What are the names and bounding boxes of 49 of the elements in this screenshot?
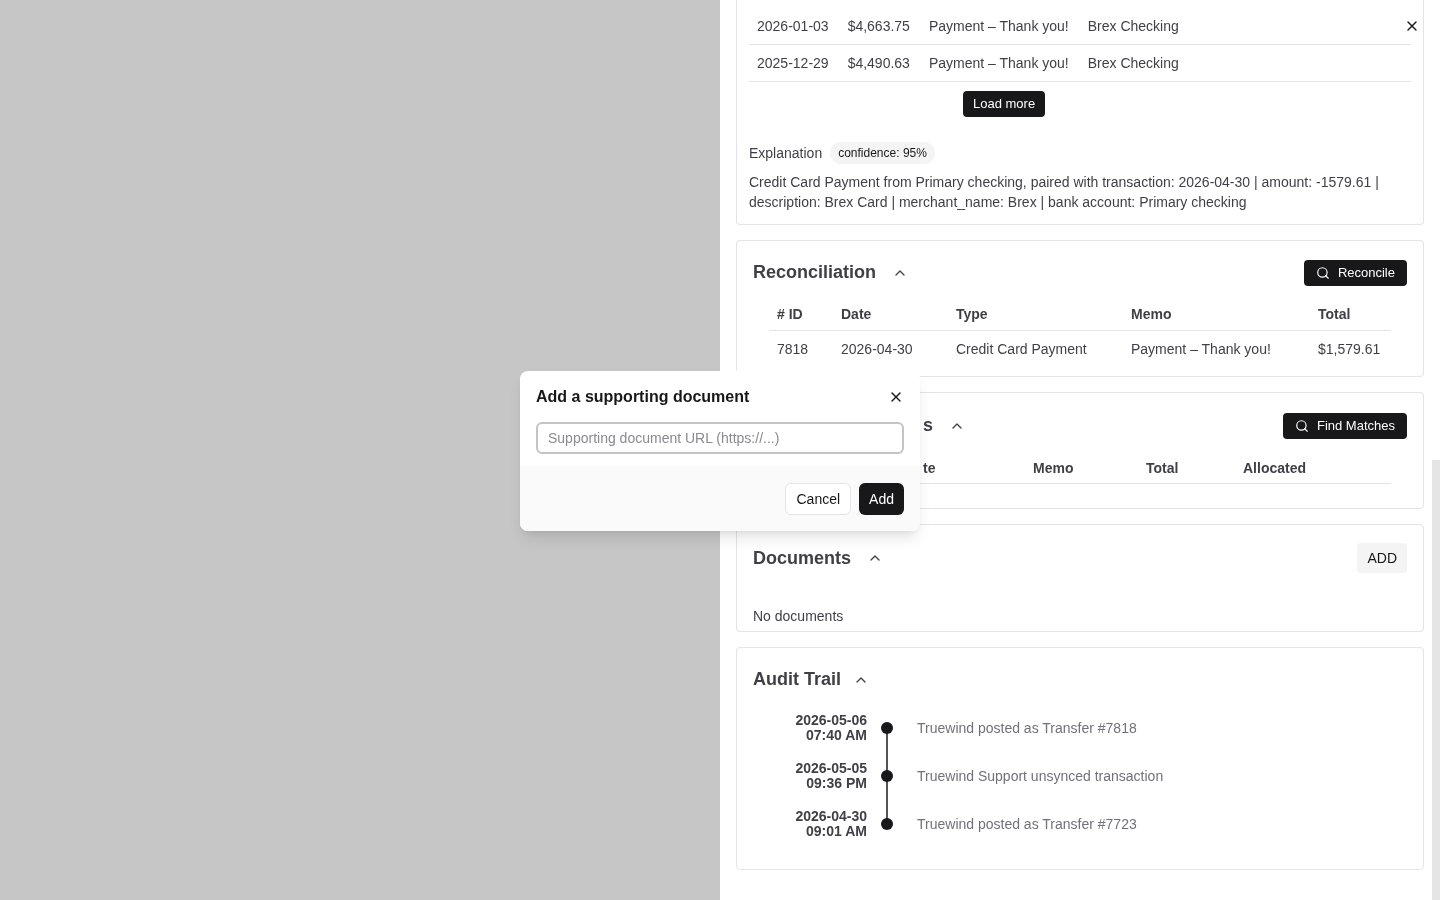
search-icon: [1294, 418, 1309, 433]
event-text: Truewind posted as Transfer #7723: [917, 814, 1137, 834]
column-header: te: [923, 459, 937, 478]
table-cell-text: Credit Card Payment: [956, 340, 1088, 359]
event-text: Truewind Support unsynced transaction: [917, 766, 1164, 786]
confidence-badge: confidence: 95%: [830, 142, 935, 164]
search-icon: [1315, 265, 1330, 280]
table-cell-text: $1,579.61: [1318, 340, 1382, 359]
url-input-field[interactable]: Supporting document URL (https://...): [536, 422, 904, 454]
description-text: Payment – Thank you!: [928, 16, 1069, 36]
find-matches-button[interactable]: Find Matches: [1282, 412, 1407, 439]
event-time: 07:40 AM: [805, 728, 867, 743]
event-date: 2026-05-05: [794, 761, 867, 776]
column-header: Memo: [1033, 459, 1075, 478]
explanation-label: Explanation: [749, 143, 823, 163]
event-text: Truewind posted as Transfer #7818: [917, 718, 1137, 738]
column-header: Date: [841, 305, 873, 324]
load-more-button[interactable]: Load more: [963, 91, 1046, 117]
account-text: Brex Checking: [1087, 16, 1179, 36]
column-header: # ID: [777, 305, 804, 324]
column-header: Total: [1318, 305, 1352, 324]
column-header: Total: [1146, 459, 1180, 478]
table-cell-text: 7818: [777, 340, 810, 359]
section-title: Reconciliation: [753, 261, 877, 284]
date-text: 2025-12-29: [757, 53, 829, 73]
column-header: Allocated: [1243, 459, 1307, 478]
table-cell-text: 2026-04-30: [841, 340, 914, 359]
amount-text: $4,490.63: [847, 53, 910, 73]
empty-text: No documents: [753, 607, 845, 626]
section-title: Documents: [753, 546, 851, 570]
section-title: s: [923, 414, 933, 437]
event-date: 2026-05-06: [794, 713, 867, 728]
event-time: 09:01 AM: [805, 824, 867, 839]
event-time: 09:36 PM: [805, 776, 867, 791]
add-button[interactable]: Add: [859, 483, 904, 515]
table-cell-text: Payment – Thank you!: [1131, 340, 1272, 359]
account-text: Brex Checking: [1087, 53, 1179, 73]
description-text: Payment – Thank you!: [928, 53, 1069, 73]
dialog-title: Add a supporting document: [536, 387, 750, 407]
column-header: Type: [956, 305, 989, 324]
date-text: 2026-01-03: [757, 16, 829, 36]
event-date: 2026-04-30: [794, 809, 867, 824]
add-button[interactable]: ADD: [1357, 543, 1407, 573]
section-title: Audit Trail: [753, 668, 841, 691]
cancel-button[interactable]: Cancel: [785, 483, 852, 515]
reconcile-button[interactable]: Reconcile: [1303, 259, 1407, 286]
column-header: Memo: [1131, 305, 1173, 324]
explanation-text: Credit Card Payment from Primary checking, paired with transaction: 2026-04-30 | amount: -1579.61 | description: Brex Card | merchant_name: Brex | bank account: Primary checking: [749, 173, 1380, 212]
amount-text: $4,663.75: [847, 16, 910, 36]
